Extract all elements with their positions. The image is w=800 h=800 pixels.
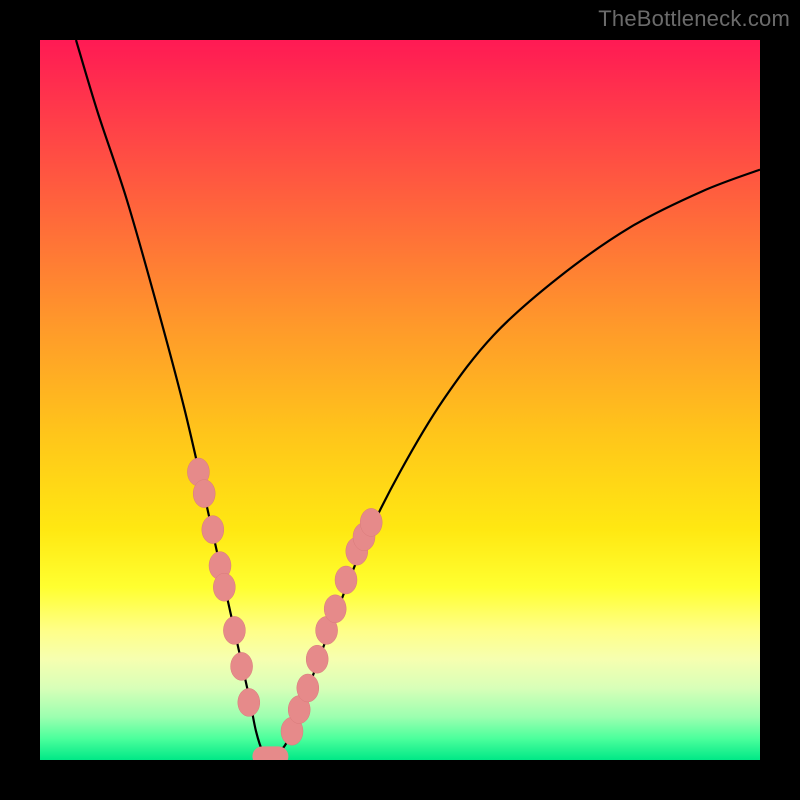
curve-marker — [213, 573, 235, 601]
watermark-text: TheBottleneck.com — [598, 6, 790, 32]
bottleneck-curve — [76, 40, 760, 760]
flat-segment — [252, 746, 288, 760]
curve-marker — [193, 480, 215, 508]
curve-marker — [231, 652, 253, 680]
curve-marker — [360, 508, 382, 536]
markers-right — [281, 508, 382, 745]
plot-area — [40, 40, 760, 760]
curve-svg — [40, 40, 760, 760]
curve-marker — [238, 688, 260, 716]
markers-left — [187, 458, 259, 716]
curve-marker — [306, 645, 328, 673]
curve-marker — [335, 566, 357, 594]
curve-marker — [324, 595, 346, 623]
curve-marker — [202, 516, 224, 544]
curve-marker — [223, 616, 245, 644]
curve-marker — [297, 674, 319, 702]
chart-frame: TheBottleneck.com — [0, 0, 800, 800]
flat-bottom — [252, 746, 288, 760]
